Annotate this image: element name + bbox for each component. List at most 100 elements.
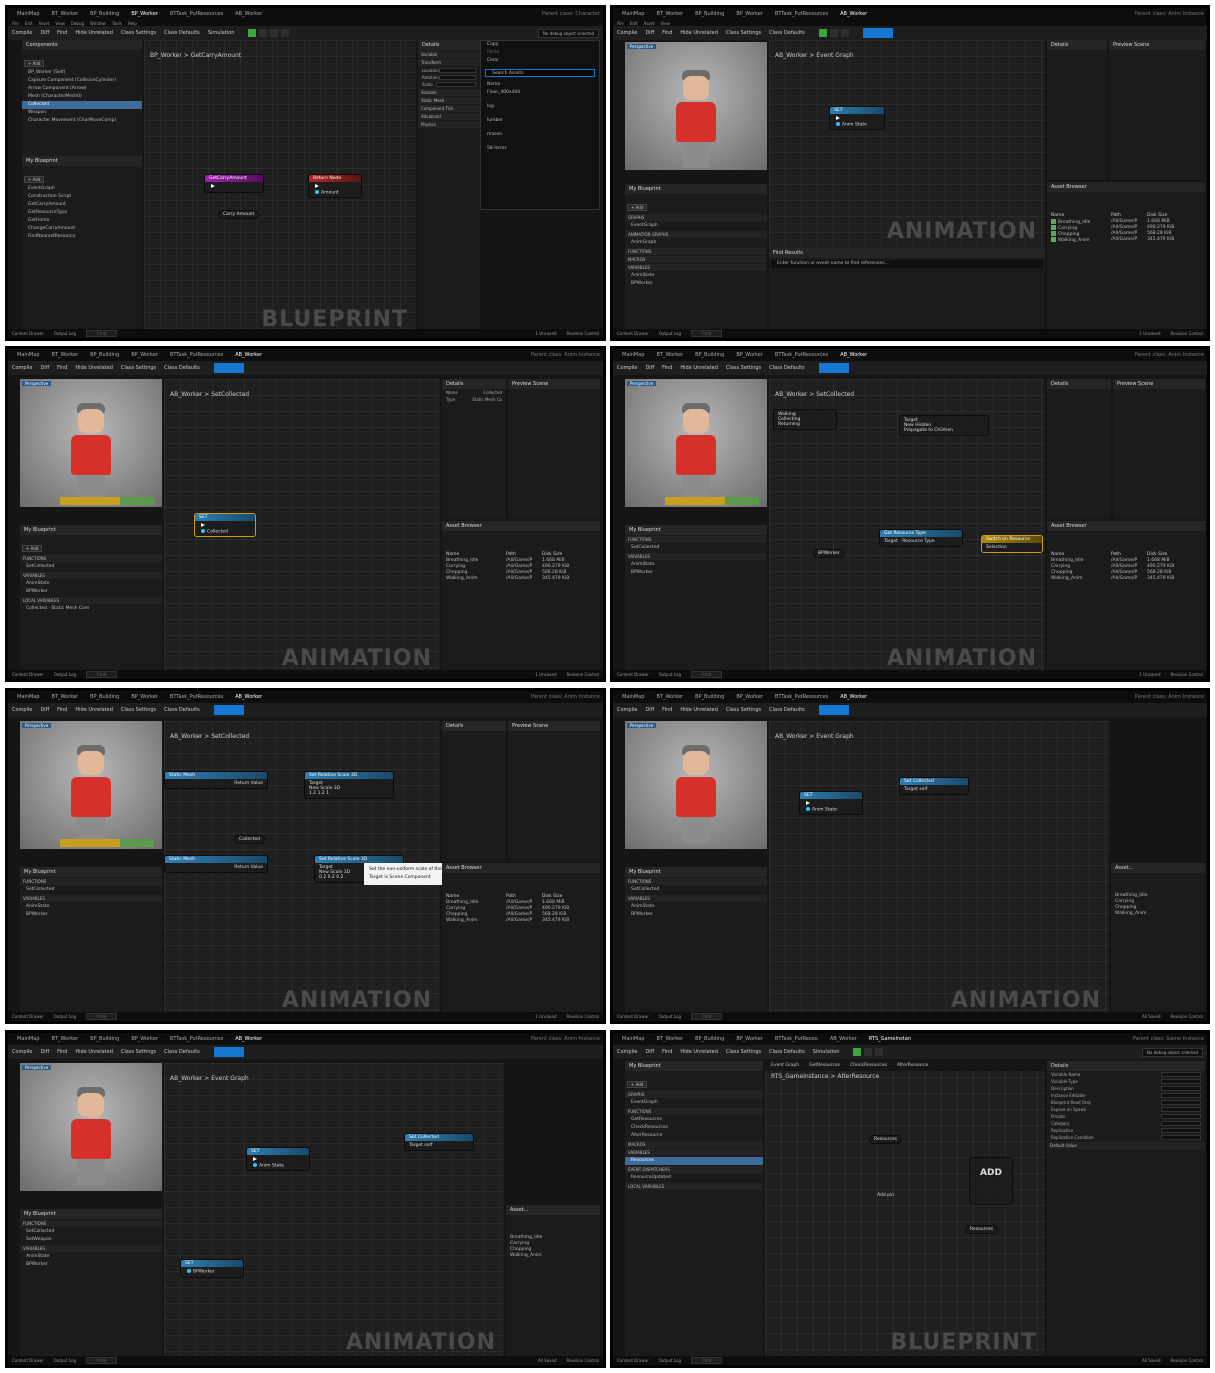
compile-button[interactable]: Compile [617,707,637,713]
column-path[interactable]: Path [506,552,542,557]
static-mesh-node[interactable]: Static Mesh Return Value [164,771,268,789]
preview-viewport[interactable]: Perspective [625,721,767,849]
content-drawer-button[interactable]: Content Drawer [617,1358,649,1363]
content-drawer-button[interactable]: Content Drawer [617,1014,649,1019]
preview-viewport[interactable]: Perspective [625,42,767,170]
preview-viewport[interactable]: Perspective [625,379,767,507]
class-settings-button[interactable]: Class Settings [726,365,761,371]
tab-bp-building[interactable]: BP_Building [84,352,125,358]
variables-section[interactable]: VARIABLES [625,553,767,560]
variable-item[interactable]: BPWorker [625,569,767,577]
variable-item[interactable]: BPWorker [625,280,767,288]
menu-help[interactable]: Help [128,21,137,26]
console-input[interactable]: Cmd [691,1013,723,1020]
function-item[interactable]: SetCollected [20,1228,162,1236]
default-value-section[interactable]: Default Value [1047,1142,1205,1149]
diff-button[interactable]: Diff [645,30,654,36]
anim-mode-button[interactable] [213,705,244,715]
column-name[interactable]: Name [1051,552,1111,557]
value-field[interactable] [1161,1128,1201,1133]
column-path[interactable]: Path [1111,552,1147,557]
menu-file[interactable]: File [617,21,624,26]
functions-section[interactable]: FUNCTIONS [625,878,767,885]
set-hidden-node[interactable]: Target New Hidden Propagate to Children [899,415,989,436]
unsaved-status[interactable]: 1 Unsaved [535,672,556,677]
hide-unrelated-button[interactable]: Hide Unrelated [75,707,113,713]
menu-debug[interactable]: Debug [71,21,84,26]
macros-section[interactable]: MACROS [625,256,767,263]
menu-window[interactable]: Window [90,21,106,26]
graph-editor[interactable]: BP_Worker > GetCarryAmount GetCarryAmoun… [144,40,416,336]
graph-tab[interactable]: GetResources [809,1063,840,1069]
find-button[interactable]: Find [662,365,672,371]
compile-button[interactable]: Compile [617,1049,637,1055]
content-drawer-button[interactable]: Content Drawer [617,672,649,677]
class-settings-button[interactable]: Class Settings [121,707,156,713]
console-input[interactable]: Cmd [691,671,723,678]
local-variables-section[interactable]: LOCAL VARIABLES [20,597,162,604]
preview-viewport[interactable]: Perspective [20,379,162,507]
resources-set-node[interactable]: Resources [965,1225,998,1234]
asset-row[interactable]: Walking_Anim [1111,911,1205,917]
details-section[interactable]: Advanced [418,113,480,120]
value-field[interactable] [1161,1079,1201,1084]
revision-control-button[interactable]: Revision Control [1171,1358,1203,1363]
tab-bt-worker[interactable]: BT_Worker [651,352,690,358]
details-section[interactable]: Variable [418,51,480,58]
console-input[interactable]: Cmd [86,330,118,337]
variable-item[interactable]: AnimState [625,561,767,569]
tab-bp-worker[interactable]: BP_Worker [125,352,164,358]
menu-asset[interactable]: Asset [643,21,654,26]
return-node[interactable]: Return Node Amount [308,174,362,198]
tab-bttask[interactable]: BTTask_PutResources [769,352,834,358]
stop-icon[interactable] [840,29,849,37]
component-item[interactable]: Capsule Component (CollisionCylinder) [22,77,142,85]
diff-button[interactable]: Diff [645,365,654,371]
content-drawer-button[interactable]: Content Drawer [617,331,649,336]
component-item-selected[interactable]: Collected [22,101,142,109]
column-path[interactable]: Path [1111,213,1147,218]
graph-item[interactable]: EventGraph [625,222,767,230]
graph-editor[interactable]: Event Graph GetResources CheckResources Alt… [765,1061,1127,1359]
add-member-button[interactable]: + Add [627,204,648,211]
function-item[interactable]: SetCollected [625,886,767,894]
value-field[interactable] [1161,1114,1201,1119]
add-pin-button[interactable]: Add pin [873,1191,909,1200]
tab-mainmap[interactable]: MainMap [11,352,46,358]
tab-bp-building[interactable]: BP_Building [689,352,730,358]
add-component-button[interactable]: + Add [24,60,45,67]
perspective-button[interactable]: Perspective [22,381,52,386]
tab-bt-worker[interactable]: BT_Worker [46,352,85,358]
value-field[interactable] [1161,1086,1201,1091]
exec-pin[interactable] [211,184,215,188]
tab-bt-worker[interactable]: BT_Worker [46,1036,85,1042]
scale-z-field[interactable]: 1 [326,791,329,796]
value-field[interactable] [1161,1072,1201,1077]
graph-editor[interactable]: AB_Worker > Event Graph SET Anim State Se… [769,721,1109,1017]
static-mesh-node[interactable]: Static Mesh Return Value [164,855,268,873]
find-button[interactable]: Find [662,707,672,713]
perspective-button[interactable]: Perspective [627,381,657,386]
graph-tab[interactable]: CheckResources [850,1063,887,1069]
content-drawer-button[interactable]: Content Drawer [12,1014,44,1019]
find-button[interactable]: Find [57,365,67,371]
tab-bp-worker[interactable]: BP_Worker [730,694,769,700]
add-member-button[interactable]: + Add [22,545,43,552]
paste-menu-item[interactable]: Paste [481,49,599,57]
details-section[interactable]: Component Tick [418,105,480,112]
play-icon[interactable] [818,29,827,37]
variable-item[interactable]: AnimState [625,903,767,911]
variables-section[interactable]: VARIABLES [20,1245,162,1252]
asset-row[interactable]: Walking_Anim [506,1253,600,1259]
tab-bt-worker[interactable]: BT_Worker [651,694,690,700]
function-item[interactable]: AlterResource [625,1132,763,1140]
hide-unrelated-button[interactable]: Hide Unrelated [680,1049,718,1055]
menu-asset[interactable]: Asset [38,21,49,26]
class-defaults-button[interactable]: Class Defaults [769,1049,805,1055]
function-entry-node[interactable]: GetCarryAmount [204,174,264,193]
column-size[interactable]: Disk Size [542,894,562,899]
find-button[interactable]: Find [57,707,67,713]
value-field[interactable] [1161,1100,1201,1105]
value-field[interactable] [438,68,476,73]
scale-y-field[interactable]: 0.2 [328,875,335,880]
